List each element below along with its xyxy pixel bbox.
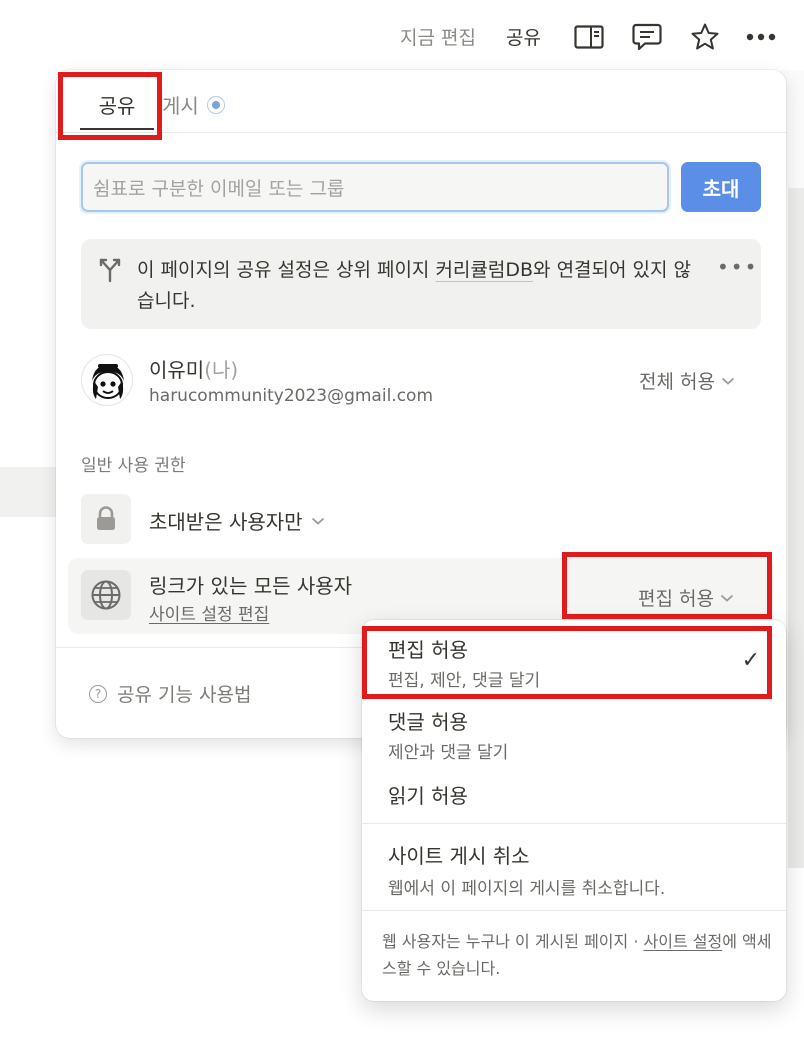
top-bar: 지금 편집 공유	[0, 0, 804, 70]
menu-footer-note: 웹 사용자는 누구나 이 게시된 페이지 · 사이트 설정에 액세스할 수 있습…	[382, 928, 772, 982]
tab-share[interactable]: 공유	[80, 80, 154, 130]
comment-icon[interactable]	[630, 20, 664, 54]
footer-text-start: 웹 사용자는 누구나 이 게시된 페이지 ·	[382, 932, 644, 951]
background-panel-edge	[788, 188, 804, 868]
published-status-icon	[206, 95, 225, 114]
invite-email-input[interactable]: 쉼표로 구분한 이메일 또는 그룹	[81, 162, 669, 212]
help-link[interactable]: ? 공유 기능 사용법	[89, 680, 251, 707]
member-permission-label: 전체 허용	[639, 371, 715, 393]
member-email: harucommunity2023@gmail.com	[149, 386, 434, 406]
general-access-select[interactable]: 초대받은 사용자만	[149, 506, 325, 535]
menu-item-comment[interactable]: 댓글 허용 제안과 댓글 달기	[362, 698, 786, 770]
notice-more-button[interactable]: •••	[717, 255, 758, 279]
member-name-text: 이유미	[149, 358, 205, 382]
invite-button[interactable]: 초대	[681, 162, 761, 212]
chevron-down-icon	[311, 517, 324, 525]
menu-item-full-edit[interactable]: 편집 허용 편집, 제안, 댓글 달기 ✓	[362, 620, 786, 698]
general-access-heading: 일반 사용 권한	[81, 456, 186, 476]
site-settings-link[interactable]: 사이트 설정	[644, 932, 723, 951]
question-icon: ?	[89, 684, 107, 703]
edit-site-settings-link[interactable]: 사이트 설정 편집	[149, 600, 269, 625]
menu-item-title: 편집 허용	[388, 638, 468, 662]
check-icon: ✓	[741, 648, 760, 673]
divider	[362, 823, 786, 824]
share-button[interactable]: 공유	[506, 23, 541, 50]
link-access-title: 링크가 있는 모든 사용자	[149, 574, 353, 598]
edit-status-label: 지금 편집	[400, 27, 476, 49]
permission-menu: 편집 허용 편집, 제안, 댓글 달기 ✓ 댓글 허용 제안과 댓글 달기 읽기…	[362, 620, 786, 1001]
general-access-label: 초대받은 사용자만	[149, 510, 303, 534]
panel-icon[interactable]	[572, 20, 606, 54]
parent-page-link[interactable]: 커리큘럼DB	[435, 259, 533, 281]
tab-publish[interactable]: 게시	[162, 90, 225, 119]
help-label: 공유 기능 사용법	[117, 684, 252, 706]
menu-item-title: 읽기 허용	[388, 784, 468, 808]
notice-text: 이 페이지의 공유 설정은 상위 페이지 커리큘럼DB와 연결되어 있지 않습니…	[137, 255, 697, 317]
chevron-down-icon	[720, 594, 734, 602]
menu-item-title: 댓글 허용	[388, 710, 468, 734]
menu-item-description: 제안과 댓글 달기	[388, 743, 509, 763]
general-access-row[interactable]: 초대받은 사용자만	[81, 494, 761, 548]
menu-item-description: 편집, 제안, 댓글 달기	[388, 671, 541, 691]
more-icon[interactable]	[744, 20, 778, 54]
link-permission-label: 편집 허용	[638, 588, 714, 610]
globe-icon	[81, 570, 131, 620]
notice-text-start: 이 페이지의 공유 설정은 상위 페이지	[137, 259, 436, 281]
tab-publish-label: 게시	[162, 94, 199, 118]
menu-item-title: 사이트 게시 취소	[388, 844, 530, 868]
me-tag: (나)	[204, 358, 239, 382]
divider	[362, 910, 786, 911]
avatar	[81, 354, 133, 406]
share-tabs: 공유 게시	[56, 70, 786, 133]
member-row: 이유미(나) harucommunity2023@gmail.com 전체 허용	[81, 352, 761, 412]
link-permission-select[interactable]: 편집 허용	[638, 584, 734, 611]
star-icon[interactable]	[688, 20, 722, 54]
branch-icon	[97, 257, 123, 287]
background-row-hint	[0, 467, 62, 517]
lock-icon	[81, 494, 131, 544]
menu-item-unpublish[interactable]: 사이트 게시 취소 웹에서 이 페이지의 게시를 취소합니다.	[362, 825, 786, 907]
member-permission-select[interactable]: 전체 허용	[639, 367, 735, 394]
sharing-notice: 이 페이지의 공유 설정은 상위 페이지 커리큘럼DB와 연결되어 있지 않습니…	[81, 239, 761, 329]
menu-item-description: 웹에서 이 페이지의 게시를 취소합니다.	[388, 879, 666, 899]
menu-item-read[interactable]: 읽기 허용	[362, 770, 786, 820]
member-name: 이유미(나)	[149, 354, 238, 383]
chevron-down-icon	[721, 377, 735, 385]
